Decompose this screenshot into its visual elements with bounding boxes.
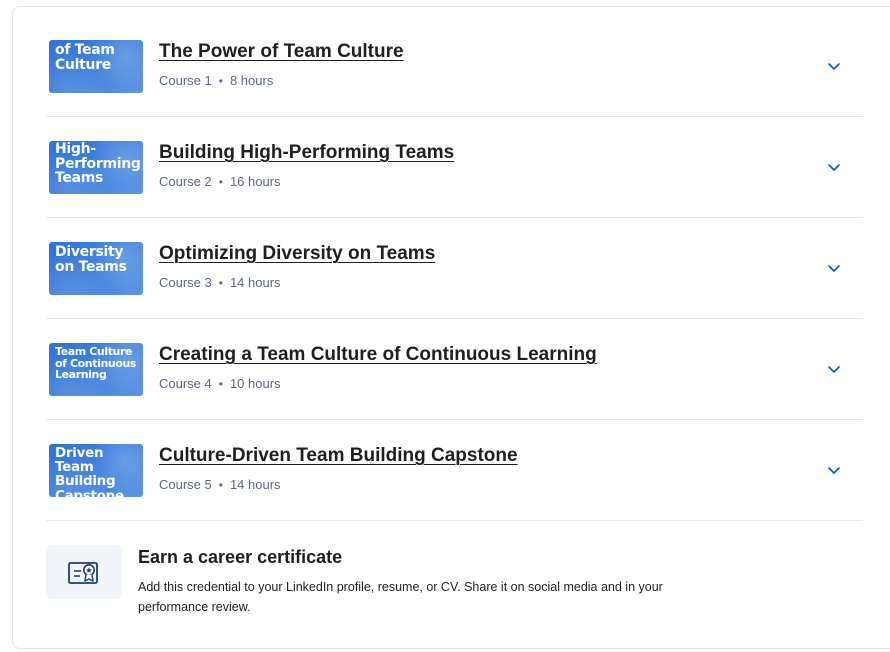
course-item[interactable]: Team Culture of Continuous Learning Crea… [46, 319, 863, 420]
meta-separator: • [218, 74, 223, 88]
course-item[interactable]: Diversity on Teams Optimizing Diversity … [46, 218, 863, 319]
course-duration: 10 hours [229, 376, 281, 391]
course-thumbnail-text: Team Culture of Continuous Learning [55, 345, 137, 382]
course-thumbnail[interactable]: Diversity on Teams [49, 242, 143, 295]
course-thumbnail[interactable]: Driven Team Building Capstone [49, 444, 143, 497]
course-title-link[interactable]: Creating a Team Culture of Continuous Le… [159, 344, 597, 366]
course-thumbnail-text: Driven Team Building Capstone [55, 445, 124, 497]
meta-separator: • [218, 276, 223, 290]
course-title-link[interactable]: The Power of Team Culture [159, 41, 404, 63]
certificate-icon [68, 562, 98, 584]
course-thumbnail-text: High- Performing Teams [55, 141, 141, 187]
course-list: of Team Culture The Power of Team Cultur… [46, 16, 863, 521]
meta-separator: • [218, 175, 223, 189]
career-certificate-section: Earn a career certificate Add this crede… [46, 545, 866, 625]
course-thumbnail[interactable]: Team Culture of Continuous Learning [49, 343, 143, 396]
chevron-down-icon[interactable] [824, 359, 844, 379]
course-number: Course 4 [159, 376, 212, 391]
course-thumbnail[interactable]: High- Performing Teams [49, 141, 143, 194]
course-meta: Course 3 • 14 hours [159, 275, 281, 290]
course-duration: 16 hours [229, 174, 281, 189]
chevron-down-icon[interactable] [824, 460, 844, 480]
course-thumbnail-text: Diversity on Teams [55, 244, 127, 275]
certificate-description: Add this credential to your LinkedIn pro… [138, 580, 663, 614]
course-number: Course 1 [159, 73, 212, 88]
course-number: Course 2 [159, 174, 212, 189]
course-meta: Course 2 • 16 hours [159, 174, 281, 189]
course-number: Course 3 [159, 275, 212, 290]
course-duration: 8 hours [229, 73, 274, 88]
chevron-down-icon[interactable] [824, 56, 844, 76]
course-number: Course 5 [159, 477, 212, 492]
chevron-down-icon[interactable] [824, 157, 844, 177]
certificate-icon-container [46, 545, 122, 599]
course-duration: 14 hours [229, 477, 281, 492]
course-meta: Course 5 • 14 hours [159, 477, 281, 492]
course-item[interactable]: Driven Team Building Capstone Culture-Dr… [46, 420, 863, 521]
course-duration: 14 hours [229, 275, 281, 290]
course-thumbnail[interactable]: of Team Culture [49, 40, 143, 93]
course-thumbnail-text: of Team Culture [55, 42, 115, 73]
chevron-down-icon[interactable] [824, 258, 844, 278]
course-item[interactable]: of Team Culture The Power of Team Cultur… [46, 16, 863, 117]
certificate-title: Earn a career certificate [138, 547, 343, 567]
course-title-link[interactable]: Building High-Performing Teams [159, 142, 454, 164]
course-title-link[interactable]: Culture-Driven Team Building Capstone [159, 445, 518, 467]
course-meta: Course 1 • 8 hours [159, 73, 273, 88]
meta-separator: • [218, 478, 223, 492]
meta-separator: • [218, 377, 223, 391]
course-title-link[interactable]: Optimizing Diversity on Teams [159, 243, 435, 265]
course-meta: Course 4 • 10 hours [159, 376, 281, 391]
course-item[interactable]: High- Performing Teams Building High-Per… [46, 117, 863, 218]
